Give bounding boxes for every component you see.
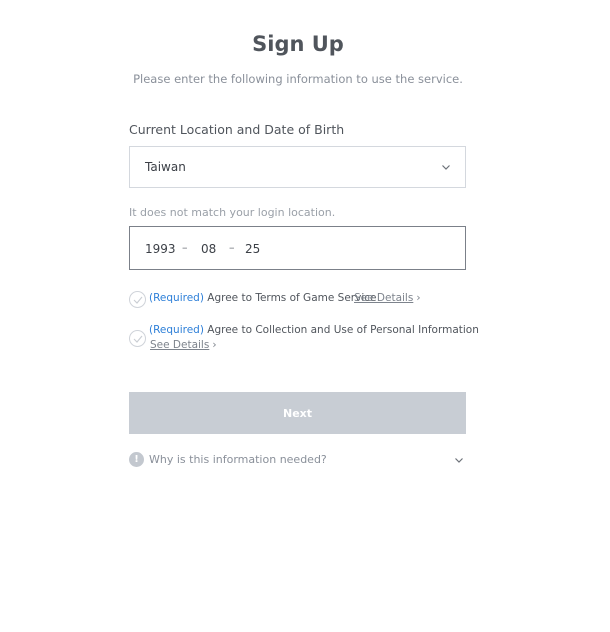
terms-see-details-link[interactable]: See Details ›	[354, 292, 421, 304]
agree-terms-row[interactable]: (Required) Agree to Terms of Game Servic…	[129, 291, 466, 309]
agree-privacy-label: (Required) Agree to Collection and Use o…	[149, 324, 479, 336]
page-title: Sign Up	[252, 32, 344, 56]
date-separator: –	[182, 241, 188, 254]
agree-privacy-text: Agree to Collection and Use of Personal …	[203, 324, 479, 336]
page-subtitle: Please enter the following information t…	[133, 72, 463, 86]
chevron-down-icon	[455, 458, 463, 463]
checkmark-icon	[133, 335, 143, 343]
birth-year-input[interactable]: 1993	[145, 242, 176, 256]
location-select-value: Taiwan	[145, 160, 186, 174]
chevron-down-icon	[442, 165, 450, 170]
chevron-right-icon: ›	[416, 292, 421, 304]
birth-date-field[interactable]: 1993 – 08 – 25	[129, 226, 466, 270]
birth-month-input[interactable]: 08	[201, 242, 216, 256]
why-info-toggle[interactable]: ! Why is this information needed?	[129, 451, 466, 469]
agree-terms-text: Agree to Terms of Game Service	[203, 292, 377, 304]
agree-privacy-row[interactable]: (Required) Agree to Collection and Use o…	[129, 323, 479, 353]
agree-terms-label: (Required) Agree to Terms of Game Servic…	[149, 292, 376, 304]
location-select[interactable]: Taiwan	[129, 146, 466, 188]
date-separator: –	[229, 241, 235, 254]
chevron-right-icon: ›	[212, 339, 217, 351]
see-details-label: See Details	[354, 292, 414, 304]
location-birth-label: Current Location and Date of Birth	[129, 122, 345, 137]
checkmark-icon	[133, 296, 143, 304]
why-info-text: Why is this information needed?	[149, 453, 327, 466]
birth-day-input[interactable]: 25	[245, 242, 260, 256]
see-details-label: See Details	[150, 339, 210, 351]
required-tag: (Required)	[149, 324, 204, 336]
privacy-see-details-link[interactable]: See Details ›	[150, 339, 217, 351]
next-button[interactable]: Next	[129, 392, 466, 434]
info-icon: !	[129, 452, 144, 467]
agree-privacy-checkbox[interactable]	[129, 330, 146, 347]
agree-terms-checkbox[interactable]	[129, 291, 146, 308]
required-tag: (Required)	[149, 292, 204, 304]
location-mismatch-warning: It does not match your login location.	[129, 206, 336, 219]
